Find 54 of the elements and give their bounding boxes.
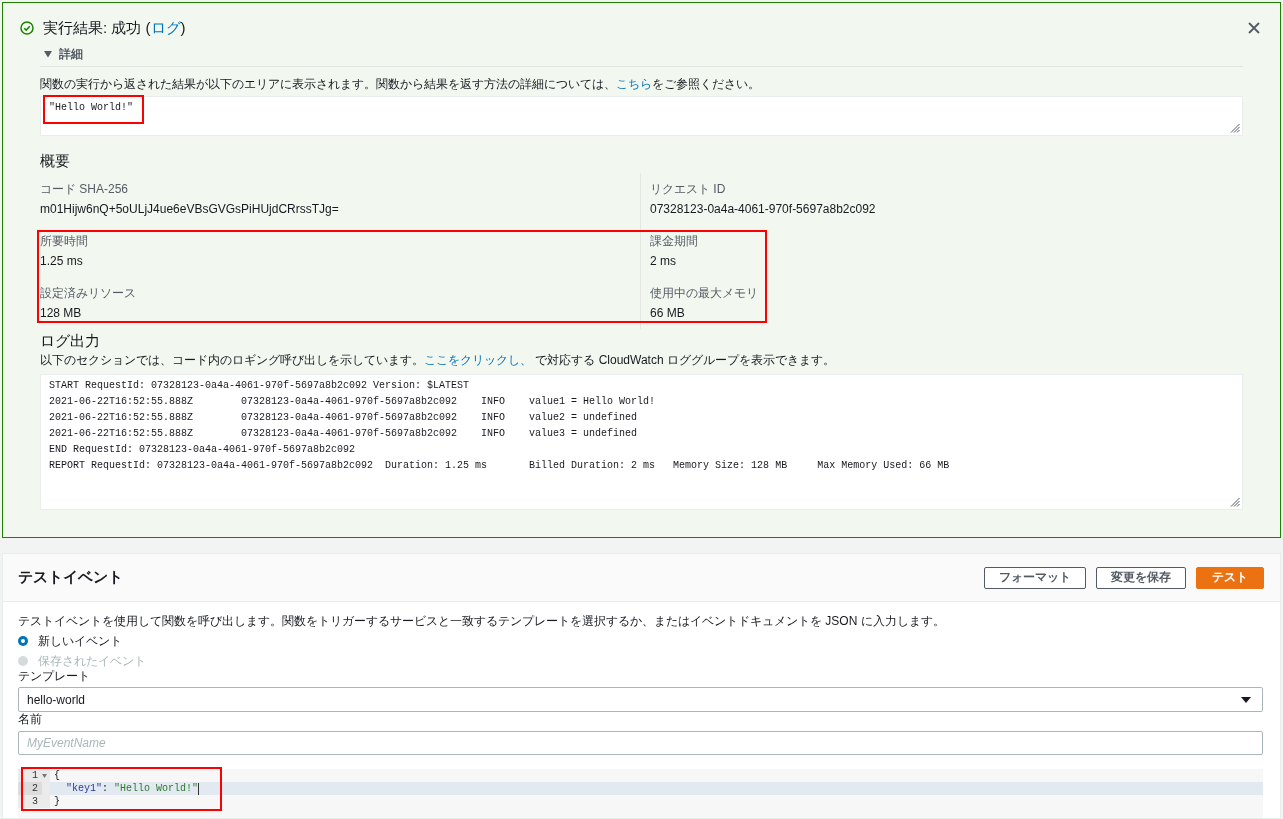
line-number: 1 [31, 769, 39, 782]
secondary-button[interactable]: フォーマット [984, 566, 1086, 589]
caret-icon [44, 50, 52, 58]
line-number: 2 [18, 782, 42, 795]
result-title: 実行結果: 成功 (ログ) [43, 18, 186, 38]
field-value: 2 ms [650, 253, 676, 269]
line-number: 3 [31, 795, 39, 808]
resize-grip-icon[interactable] [1230, 497, 1240, 507]
field-value: 66 MB [650, 305, 685, 321]
code-line: } [54, 795, 60, 808]
code-editor[interactable]: 1 2 3 { "key1": "Hello World!" } [18, 769, 1263, 818]
code-line: "key1": "Hello World!" [65, 782, 199, 795]
template-select[interactable]: hello-world [18, 687, 1263, 712]
field-value: 128 MB [40, 305, 82, 321]
radio-option[interactable]: 新しいイベント [18, 633, 122, 649]
field-label: リクエスト ID [650, 181, 726, 197]
field-label: コード SHA-256 [40, 181, 129, 197]
field-label: テンプレート [18, 669, 90, 683]
result-description: 関数の実行から返された結果が以下のエリアに表示されます。関数から結果を返す方法の詳細については、こちら をご参照ください。 [40, 76, 760, 92]
field-label: 名前 [18, 712, 42, 726]
panel-title: テストイベント [18, 568, 123, 587]
resize-grip-icon[interactable] [1230, 123, 1240, 133]
fold-caret-icon[interactable] [42, 773, 47, 778]
event-name-input[interactable]: MyEventName [18, 731, 1263, 755]
log-line: REPORT RequestId: 07328123-0a4a-4061-970f-5697a8b2c092 Duration: 1.25 ms Billed Duration: 2 ms Memory Size: 128 MB Max Memory Used: 66 MB [49, 459, 950, 473]
field-label: 使用中の最大メモリ [650, 285, 758, 301]
field-value: 07328123-0a4a-4061-970f-5697a8b2c092 [650, 201, 876, 217]
log-line: START RequestId: 07328123-0a4a-4061-970f-5697a8b2c092 Version: $LATEST [49, 379, 470, 393]
details-toggle[interactable]: 詳細 [44, 46, 83, 62]
log-line: 2021-06-22T16:52:55.888Z 07328123-0a4a-4061-970f-5697a8b2c092 INFO value3 = undefined [49, 427, 638, 441]
field-label: 設定済みリソース [40, 285, 136, 301]
caret-icon [1241, 696, 1251, 703]
log-link[interactable]: ログ [150, 19, 181, 36]
log-line: END RequestId: 07328123-0a4a-4061-970f-5697a8b2c092 [49, 443, 356, 457]
log-line: 2021-06-22T16:52:55.888Z 07328123-0a4a-4061-970f-5697a8b2c092 INFO value1 = Hello World! [49, 395, 656, 409]
test-event-description: テストイベントを使用して関数を呼び出します。関数をトリガーするサービスと一致するテンプレートを選択するか、またはイベントドキュメントを JSON に入力します。 [18, 613, 945, 629]
docs-link[interactable]: こちら [616, 77, 652, 91]
field-label: 所要時間 [40, 233, 88, 249]
field-value: 1.25 ms [40, 253, 83, 269]
log-description: 以下のセクションでは、コード内のロギング呼び出しを示しています。ここをクリックし、 で対応する CloudWatch ロググループを表示できます。 [40, 352, 835, 368]
field-label: 課金期間 [650, 233, 698, 249]
log-output-field[interactable] [40, 374, 1243, 510]
result-output-field[interactable]: "Hello World!" [40, 96, 1243, 136]
section-heading: ログ出力 [40, 331, 100, 351]
log-line: 2021-06-22T16:52:55.888Z 07328123-0a4a-4061-970f-5697a8b2c092 INFO value2 = undefined [49, 411, 638, 425]
result-value: "Hello World!" [49, 102, 133, 113]
cloudwatch-link[interactable]: ここをクリックし、 [424, 353, 532, 367]
close-icon [1248, 22, 1260, 34]
secondary-button[interactable]: 変更を保存 [1096, 566, 1186, 589]
field-value: m01Hijw6nQ+5oULjJ4ue6eVBsGVGsPiHUjdCRrssTJg= [40, 201, 339, 217]
code-line: { [54, 769, 60, 782]
text-cursor-icon [198, 782, 200, 795]
close-button[interactable] [1248, 22, 1260, 34]
section-heading: 概要 [40, 151, 70, 171]
